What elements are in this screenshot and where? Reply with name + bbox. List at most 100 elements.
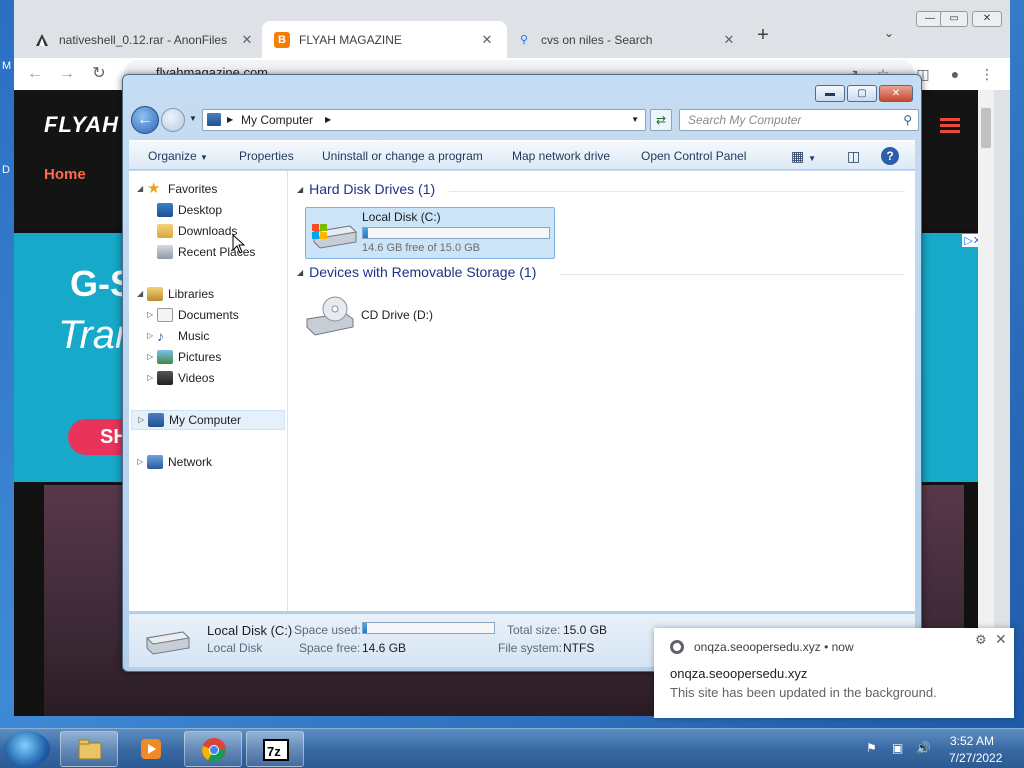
- nav-favorites[interactable]: ◢ ★ Favorites: [137, 179, 217, 199]
- taskbar-explorer[interactable]: [60, 731, 118, 767]
- open-control-panel-button[interactable]: Open Control Panel: [641, 141, 746, 171]
- nav-label: Downloads: [178, 224, 238, 238]
- explorer-minimize-button[interactable]: ▬: [815, 85, 845, 102]
- explorer-address-bar[interactable]: ▶ My Computer ▶ ▼: [202, 109, 646, 131]
- view-options-icon[interactable]: ▦ ▼: [791, 141, 816, 171]
- collapse-arrow-icon[interactable]: ▷: [147, 305, 157, 325]
- clock-date[interactable]: 7/27/2022: [949, 751, 1002, 765]
- network-status-icon[interactable]: ▣: [892, 741, 908, 757]
- tab-close-icon[interactable]: ✕: [239, 32, 255, 48]
- taskbar-7zip[interactable]: 7z: [246, 731, 304, 767]
- explorer-maximize-button[interactable]: ▢: [847, 85, 877, 102]
- nav-network[interactable]: ▷ Network: [137, 452, 212, 472]
- breadcrumb-arrow-icon[interactable]: ▶: [325, 110, 331, 130]
- reload-icon[interactable]: ↻: [88, 63, 110, 85]
- hard-drive-icon: [312, 224, 358, 249]
- space-free-label: Space free:: [299, 641, 361, 655]
- nav-label: Libraries: [168, 287, 215, 301]
- clock-time[interactable]: 3:52 AM: [950, 734, 994, 748]
- refresh-icon[interactable]: ⇄: [650, 109, 672, 131]
- properties-button[interactable]: Properties: [239, 141, 294, 171]
- tab-anonfiles[interactable]: nativeshell_0.12.rar - AnonFiles ✕: [22, 21, 267, 58]
- nav-label: Videos: [178, 371, 215, 385]
- group-collapse-icon[interactable]: ◢: [297, 185, 303, 194]
- site-logo[interactable]: FLYAH: [44, 112, 119, 138]
- search-icon: ⚲: [519, 34, 529, 46]
- desktop-icon-label[interactable]: D: [2, 164, 10, 176]
- tab-close-icon[interactable]: ✕: [721, 32, 737, 48]
- taskbar-media-player[interactable]: [122, 731, 180, 767]
- group-divider: [559, 274, 905, 275]
- nav-label: Favorites: [168, 182, 218, 196]
- organize-button[interactable]: Organize ▼: [148, 141, 208, 171]
- uninstall-program-button[interactable]: Uninstall or change a program: [322, 141, 483, 171]
- forward-arrow-icon[interactable]: [161, 108, 185, 132]
- drive-local-disk-c[interactable]: Local Disk (C:) 14.6 GB free of 15.0 GB: [305, 207, 555, 259]
- notification-toast[interactable]: onqza.seoopersedu.xyz • now ⚙ ✕ onqza.se…: [654, 628, 1014, 718]
- drive-cd-d[interactable]: CD Drive (D:): [305, 291, 505, 341]
- group-removable-storage[interactable]: ◢ Devices with Removable Storage (1): [297, 264, 536, 280]
- expand-arrow-icon[interactable]: ◢: [137, 284, 147, 304]
- nav-libraries[interactable]: ◢ Libraries: [137, 284, 214, 304]
- map-network-drive-button[interactable]: Map network drive: [512, 141, 610, 171]
- site-nav-home[interactable]: Home: [44, 166, 86, 183]
- navigation-pane: ◢ ★ Favorites Desktop Downloads Recent P…: [129, 171, 288, 611]
- action-center-icon[interactable]: ⚑: [866, 741, 882, 757]
- recent-pages-dropdown-icon[interactable]: ▼: [189, 114, 197, 123]
- collapse-arrow-icon[interactable]: ▷: [137, 452, 147, 472]
- scrollbar-thumb[interactable]: [981, 108, 991, 148]
- nav-documents[interactable]: ▷ Documents: [147, 305, 239, 325]
- group-collapse-icon[interactable]: ◢: [297, 268, 303, 277]
- back-arrow-icon[interactable]: ←: [131, 106, 159, 134]
- breadcrumb-my-computer[interactable]: My Computer: [241, 110, 313, 130]
- taskbar-chrome[interactable]: [184, 731, 242, 767]
- tab-search-chevron-icon[interactable]: ⌄: [884, 26, 894, 40]
- new-tab-button[interactable]: +: [752, 24, 774, 46]
- space-used-label: Space used:: [294, 623, 361, 637]
- tab-search[interactable]: ⚲ cvs on niles - Search ✕: [504, 21, 749, 58]
- close-icon[interactable]: ✕: [995, 631, 1007, 648]
- volume-icon[interactable]: 🔊: [916, 741, 932, 757]
- nav-pictures[interactable]: ▷ Pictures: [147, 347, 221, 367]
- magnifier-icon[interactable]: ⚲: [903, 110, 912, 130]
- group-title: Hard Disk Drives (1): [309, 181, 436, 197]
- maximize-button[interactable]: ▭: [940, 11, 968, 27]
- collapse-arrow-icon[interactable]: ▷: [147, 347, 157, 367]
- start-button[interactable]: [4, 731, 50, 767]
- nav-my-computer[interactable]: ▷ My Computer: [131, 410, 285, 430]
- breadcrumb-arrow-icon[interactable]: ▶: [227, 110, 233, 130]
- help-icon[interactable]: ?: [881, 147, 899, 165]
- documents-icon: [157, 308, 173, 322]
- nav-desktop[interactable]: Desktop: [157, 200, 222, 220]
- profile-icon[interactable]: ●: [944, 63, 966, 85]
- file-system-label: File system:: [498, 641, 563, 655]
- explorer-search-input[interactable]: Search My Computer ⚲: [679, 109, 919, 131]
- menu-kebab-icon[interactable]: ⋮: [976, 63, 998, 85]
- usage-fill: [363, 623, 367, 633]
- close-button[interactable]: ✕: [972, 11, 1002, 27]
- gear-icon[interactable]: ⚙: [975, 632, 987, 648]
- nav-videos[interactable]: ▷ Videos: [147, 368, 214, 388]
- explorer-body: ◢ ★ Favorites Desktop Downloads Recent P…: [129, 171, 915, 611]
- collapse-arrow-icon[interactable]: ▷: [138, 410, 148, 430]
- hamburger-menu-icon[interactable]: [940, 118, 960, 136]
- collapse-arrow-icon[interactable]: ▷: [147, 326, 157, 346]
- page-scrollbar[interactable]: [978, 90, 994, 716]
- explorer-close-button[interactable]: ✕: [879, 85, 913, 102]
- back-icon[interactable]: ←: [24, 63, 46, 85]
- nav-label: Network: [168, 455, 213, 469]
- hard-drive-icon: [145, 631, 191, 655]
- expand-arrow-icon[interactable]: ◢: [137, 179, 147, 199]
- desktop-icon-label[interactable]: M: [2, 60, 11, 72]
- nav-music[interactable]: ▷ ♪ Music: [147, 326, 209, 346]
- preview-pane-icon[interactable]: ◫: [847, 141, 860, 171]
- group-hard-disk-drives[interactable]: ◢ Hard Disk Drives (1): [297, 181, 435, 197]
- collapse-arrow-icon[interactable]: ▷: [147, 368, 157, 388]
- space-used-bar: [362, 622, 495, 634]
- nav-downloads[interactable]: Downloads: [157, 221, 237, 241]
- tab-flyah-magazine[interactable]: B FLYAH MAGAZINE ✕: [262, 21, 507, 58]
- command-bar: Organize ▼ Properties Uninstall or chang…: [129, 140, 915, 170]
- tab-close-icon[interactable]: ✕: [479, 32, 495, 48]
- address-dropdown-icon[interactable]: ▼: [631, 110, 639, 130]
- forward-icon[interactable]: →: [56, 63, 78, 85]
